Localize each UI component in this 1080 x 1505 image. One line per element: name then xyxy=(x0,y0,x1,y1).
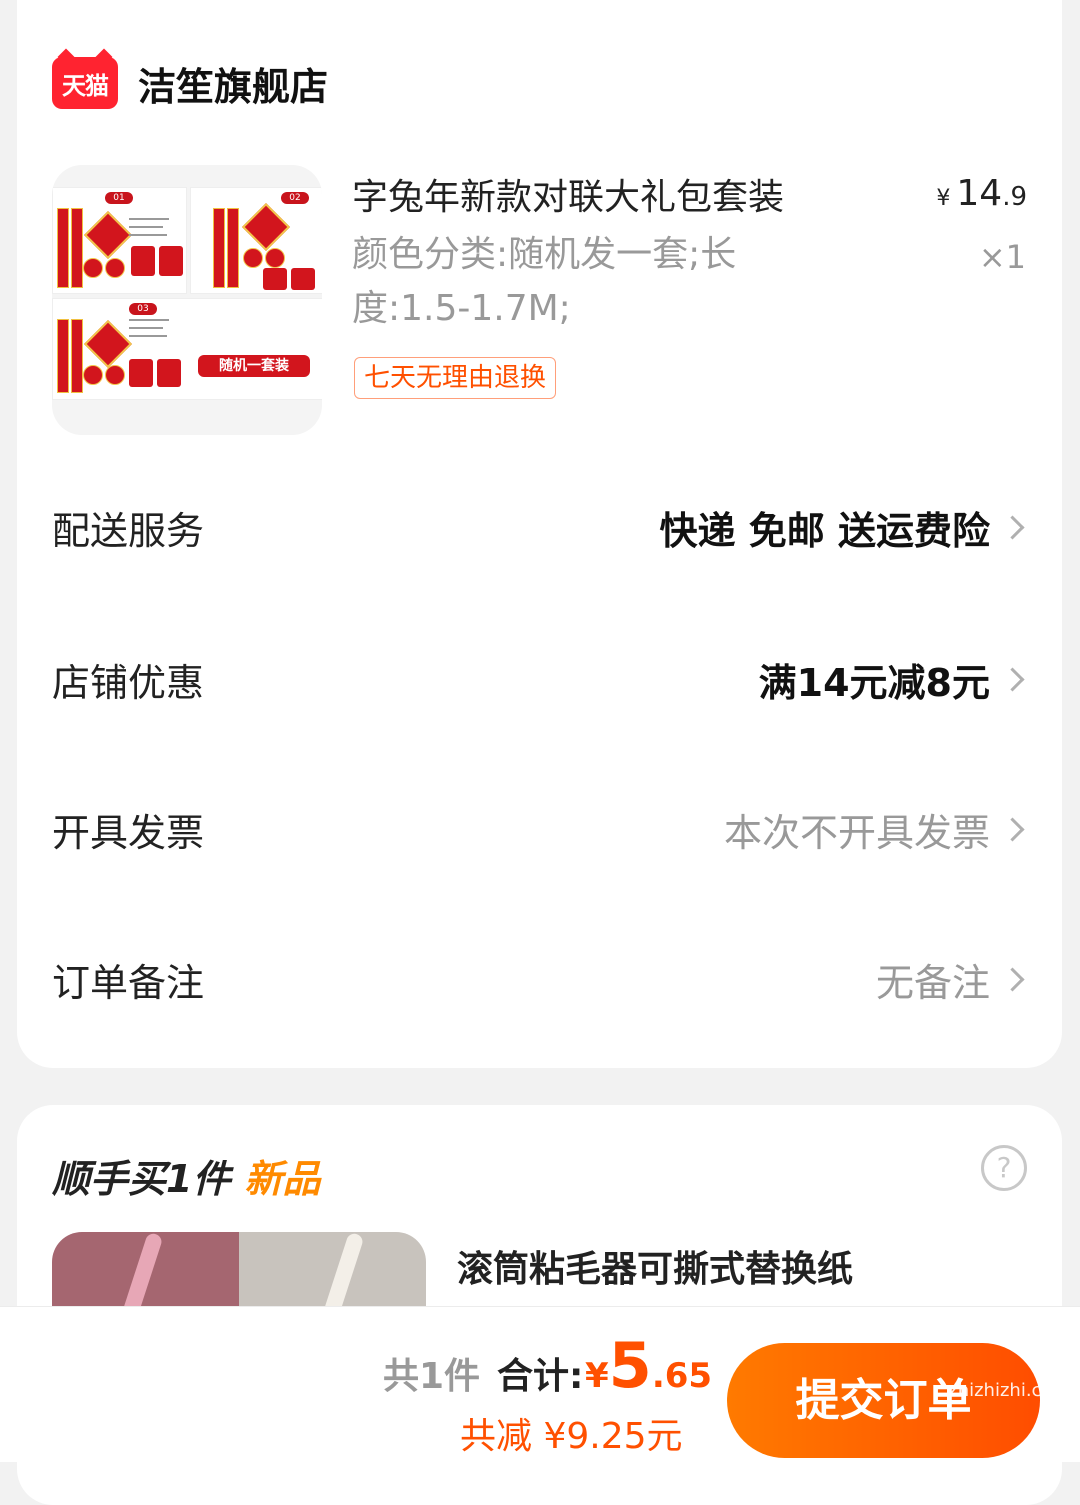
total-label: 合计: xyxy=(497,1356,584,1397)
help-icon[interactable]: ? xyxy=(981,1145,1027,1191)
product-image-panel-2: 02 xyxy=(190,187,322,294)
row-delivery-service[interactable]: 配送服务 快递 免邮 送运费险 xyxy=(52,497,1027,557)
row-label: 店铺优惠 xyxy=(52,660,205,705)
total-amount: ¥5.65 xyxy=(585,1329,713,1402)
product-image-panel-3: 03 随机一套装 xyxy=(52,298,322,400)
order-card: 天猫 洁笙旗舰店 01 02 03 随机一套装 字兔年新款对联大礼包套装 ¥ 1… xyxy=(17,0,1062,1068)
product-title[interactable]: 字兔年新款对联大礼包套装 xyxy=(352,168,784,220)
product-spec: 颜色分类:随机发一套;长度:1.5-1.7M; xyxy=(352,234,737,329)
row-order-note[interactable]: 订单备注 无备注 xyxy=(52,949,1027,1009)
item-count: 共1件 xyxy=(383,1356,481,1397)
row-label: 订单备注 xyxy=(52,960,205,1005)
product-image-panel-1: 01 xyxy=(52,187,187,294)
image-banner: 随机一套装 xyxy=(198,355,310,377)
chevron-right-icon xyxy=(1000,816,1025,842)
product-price: ¥14.9 xyxy=(936,173,1027,214)
shop-name: 洁笙旗舰店 xyxy=(138,64,329,109)
row-value: 无备注 xyxy=(875,960,990,1005)
shop-header[interactable]: 天猫 洁笙旗舰店 xyxy=(52,48,329,111)
new-tag: 新品 xyxy=(244,1157,321,1201)
chevron-right-icon xyxy=(1000,666,1025,692)
chevron-right-icon xyxy=(1000,514,1025,540)
chevron-right-icon xyxy=(1000,966,1025,992)
addon-product-name[interactable]: 滚筒粘毛器可撕式替换纸 xyxy=(457,1240,853,1292)
return-policy-tag: 七天无理由退换 xyxy=(354,357,557,399)
checkout-bar: 共1件 合计: ¥5.65 共减 ¥9.25元 提交订单 xyxy=(0,1306,1080,1462)
row-value: 快递 免邮 送运费险 xyxy=(659,508,990,553)
row-shop-discount[interactable]: 店铺优惠 满14元减8元 xyxy=(52,649,1027,709)
watermark: zhizhizhi.com xyxy=(948,1380,1070,1401)
addon-title: 顺手买1件 新品 xyxy=(52,1157,321,1201)
product-image[interactable]: 01 02 03 随机一套装 xyxy=(52,165,322,435)
tmall-logo-icon: 天猫 xyxy=(52,48,118,109)
row-value: 满14元减8元 xyxy=(758,660,990,705)
row-label: 配送服务 xyxy=(52,508,205,553)
row-value: 本次不开具发票 xyxy=(723,810,990,855)
row-label: 开具发票 xyxy=(52,810,205,855)
row-invoice[interactable]: 开具发票 本次不开具发票 xyxy=(52,799,1027,859)
product-quantity: ×1 xyxy=(978,238,1026,276)
discount-summary: 共减 ¥9.25元 xyxy=(460,1416,683,1457)
